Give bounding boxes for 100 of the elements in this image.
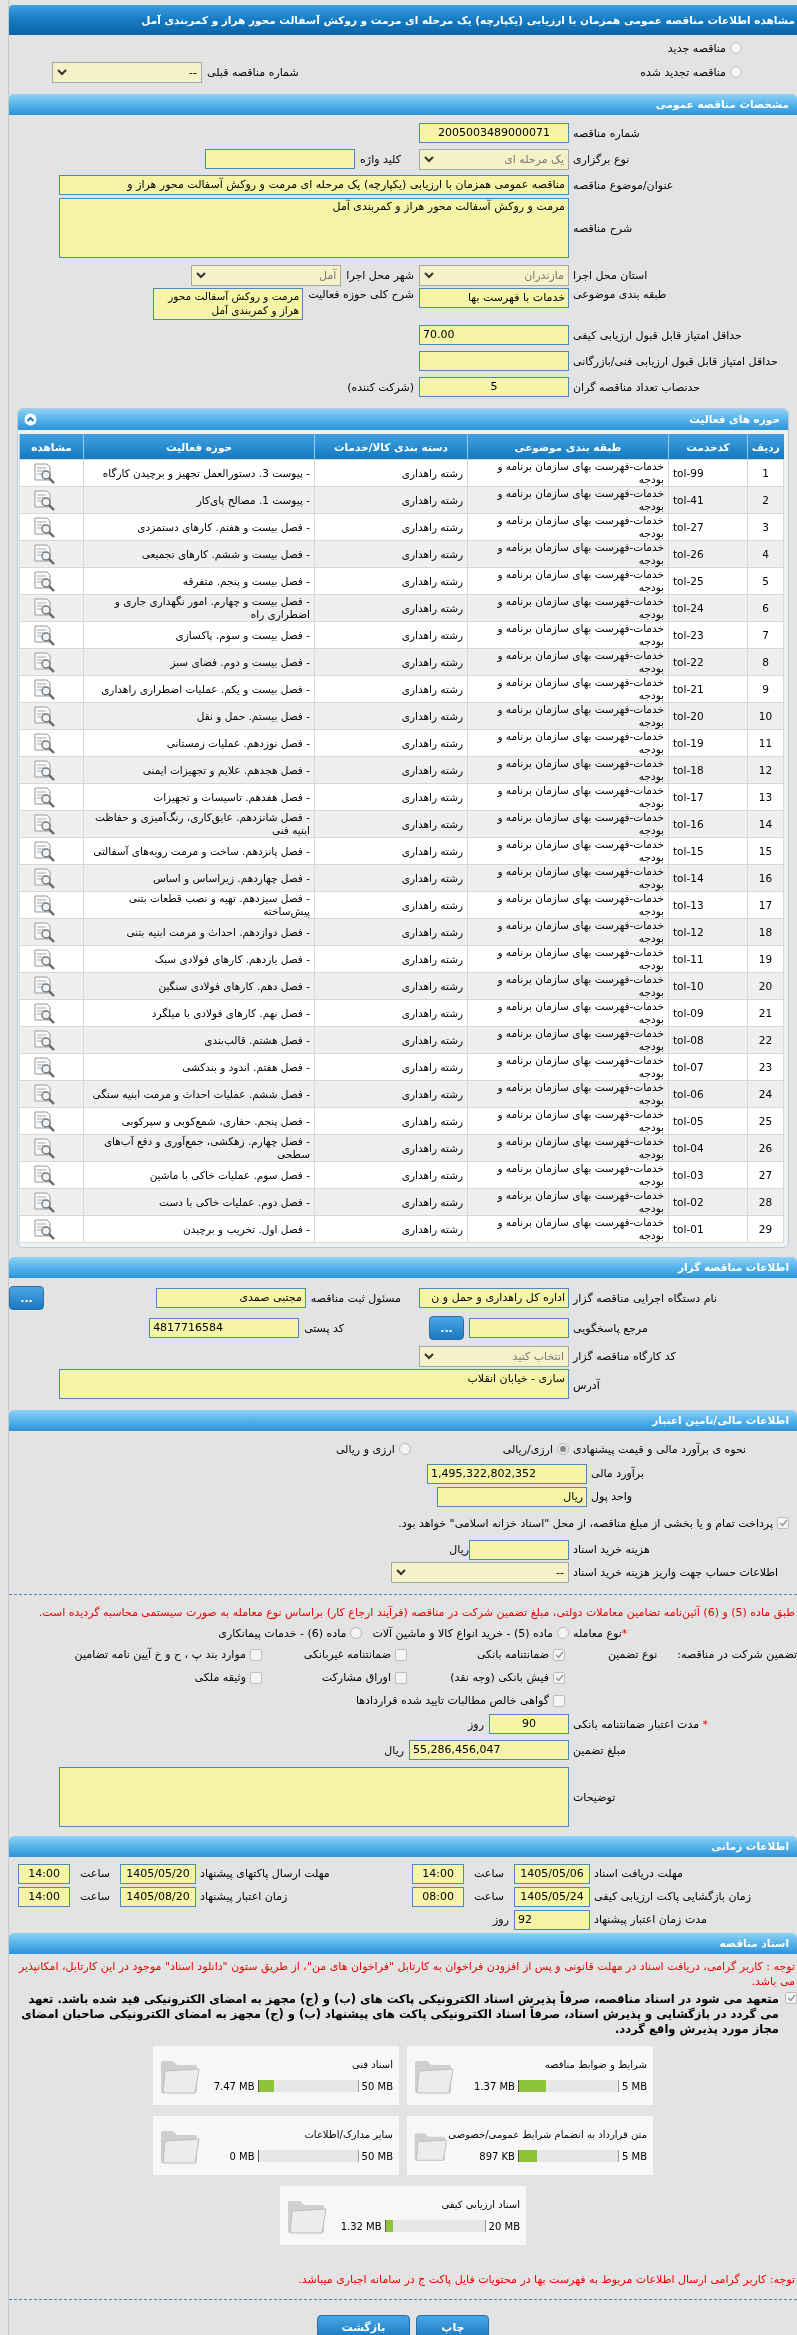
document-search-icon[interactable] [32,1137,56,1159]
document-search-icon[interactable] [32,462,56,484]
table-cell: خدمات-فهرست بهای سازمان برنامه و بودجه [467,648,669,676]
input-field[interactable]: 1405/08/20 [120,1886,196,1907]
input-field[interactable]: مناقصه عمومی همزمان با ارزیابی (یکپارچه) یک مرحله ای مرمت و روکش آسفالت محور هراز و [59,175,569,195]
document-search-icon[interactable] [32,759,56,781]
table-cell: رشته راهداری [314,513,468,541]
field-label: آدرس [572,1378,601,1392]
document-search-icon[interactable] [32,651,56,673]
document-search-icon[interactable] [32,1110,56,1132]
radio-button[interactable] [730,66,742,78]
document-search-icon[interactable] [32,1164,56,1186]
input-field[interactable]: 1405/05/20 [120,1863,196,1884]
table-cell: - فصل سوم. عملیات خاکی با ماشین [83,1161,315,1189]
input-field[interactable]: 08:00 [412,1886,465,1907]
input-field[interactable]: مجتبی صمدی [155,1288,306,1308]
label-text: شهر محل اجرا [346,268,414,282]
table-cell: رشته راهداری [314,972,468,1000]
radio-button[interactable] [730,42,742,54]
dropdown[interactable]: مازندران [419,264,569,286]
checkbox[interactable] [395,1648,407,1661]
table-cell: رشته راهداری [314,567,468,595]
browse-button[interactable]: ... [429,1316,464,1340]
text-area[interactable]: ساری - خیابان انقلاب [59,1369,569,1399]
input-field[interactable] [205,149,356,169]
document-search-icon[interactable] [32,597,56,619]
print-button[interactable]: چاپ [416,2315,490,2335]
document-search-icon[interactable] [32,1083,56,1105]
document-search-icon[interactable] [32,975,56,997]
checkbox[interactable] [395,1671,407,1684]
document-search-icon[interactable] [32,1056,56,1078]
input-field[interactable]: 2005003489000071 [419,123,569,143]
input-field[interactable] [419,351,569,371]
document-search-icon[interactable] [32,543,56,565]
table-cell: 13 [747,783,784,811]
table-cell: خدمات-فهرست بهای سازمان برنامه و بودجه [467,891,669,919]
input-field[interactable]: 55,286,456,047 [409,1740,569,1760]
input-field[interactable]: 90 [489,1714,569,1734]
document-search-icon[interactable] [32,516,56,538]
document-search-icon[interactable] [32,894,56,916]
input-field[interactable]: 14:00 [18,1863,71,1884]
input-field[interactable]: 92 [514,1909,590,1930]
input-field[interactable]: 1405/05/24 [514,1886,590,1907]
input-field[interactable]: 1,495,322,802,352 [427,1463,587,1484]
radio-button[interactable] [557,1627,569,1639]
document-search-icon[interactable] [32,732,56,754]
checkbox[interactable] [553,1648,565,1661]
input-field[interactable]: 14:00 [412,1863,465,1884]
input-field[interactable]: 5 [419,377,569,397]
document-search-icon[interactable] [32,1029,56,1051]
dropdown[interactable]: انتخاب کنید [419,1345,569,1367]
checkbox[interactable] [553,1671,565,1684]
table-cell: 20 [747,972,784,1000]
text-area[interactable] [59,1767,569,1827]
text-area[interactable]: مرمت و روکش آسفالت محور هراز و کمربندی آمل [153,288,304,320]
input-field[interactable]: ریال [437,1486,587,1507]
table-cell: رشته راهداری [314,1188,468,1216]
section-header: حوزه های فعالیت [18,409,788,430]
document-search-icon[interactable] [32,1218,56,1240]
input-field[interactable]: 4817716584 [149,1318,300,1338]
checkbox[interactable] [250,1648,262,1661]
text-area[interactable]: مرمت و روکش آسفالت محور هراز و کمربندی آمل [59,198,569,258]
document-search-icon[interactable] [32,570,56,592]
dropdown[interactable]: -- [52,61,202,83]
document-search-icon[interactable] [32,840,56,862]
document-search-icon[interactable] [32,489,56,511]
document-search-icon[interactable] [32,1002,56,1024]
document-search-icon[interactable] [32,813,56,835]
checkbox[interactable] [777,1517,789,1529]
input-field[interactable]: اداره کل راهداری و حمل و ن [419,1288,569,1308]
input-field[interactable]: خدمات با فهرست بها [419,288,569,308]
table-cell: 9 [747,675,784,703]
document-search-icon[interactable] [32,921,56,943]
document-search-icon[interactable] [32,624,56,646]
radio-button[interactable] [557,1443,569,1455]
dropdown[interactable]: آمل [191,264,342,286]
table-cell: - فصل دوم. عملیات خاکی با دست [83,1188,315,1216]
input-field[interactable] [469,1539,569,1560]
input-field[interactable]: 14:00 [18,1886,71,1907]
table-cell: رشته راهداری [314,837,468,865]
table-cell: رشته راهداری [314,1107,468,1135]
checkbox[interactable] [553,1694,565,1707]
document-search-icon[interactable] [32,786,56,808]
collapse-icon[interactable] [24,413,37,426]
document-search-icon[interactable] [32,678,56,700]
browse-button[interactable]: ... [9,1286,44,1310]
input-field[interactable]: 1405/05/06 [514,1863,590,1884]
checkbox[interactable] [785,1992,797,2004]
input-field[interactable] [469,1318,569,1338]
document-search-icon[interactable] [32,867,56,889]
checkbox[interactable] [250,1671,262,1684]
document-search-icon[interactable] [32,1191,56,1213]
dropdown[interactable]: یک مرحله ای [419,148,569,170]
input-field[interactable]: 70.00 [419,325,569,345]
dropdown[interactable]: -- [391,1562,569,1583]
document-search-icon[interactable] [32,948,56,970]
radio-button[interactable] [350,1627,363,1639]
document-search-icon[interactable] [32,705,56,727]
back-button[interactable]: بازگشت [316,2315,411,2335]
radio-button[interactable] [398,1443,411,1455]
